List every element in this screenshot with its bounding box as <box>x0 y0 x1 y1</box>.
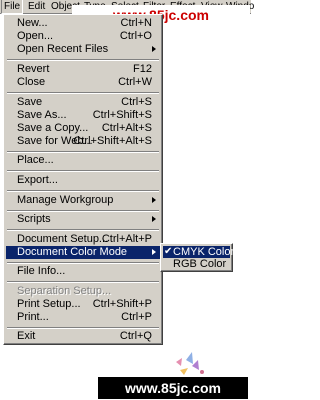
menu-item-label: Exit <box>17 330 36 342</box>
menu-item-shortcut: Ctrl+W <box>118 76 152 88</box>
checkmark-icon: ✔ <box>164 246 173 257</box>
menu-item-save-as[interactable]: Save As... Ctrl+Shift+S <box>6 109 161 122</box>
menu-item-label: Print... <box>17 311 49 323</box>
submenu-arrow-icon <box>152 216 156 222</box>
menu-separator <box>7 170 159 172</box>
menu-item-scripts[interactable]: Scripts <box>6 213 161 226</box>
menu-separator <box>7 190 159 192</box>
menu-item-shortcut: Ctrl+P <box>121 311 152 323</box>
menu-item-label: New... <box>17 17 48 29</box>
menu-item-exit[interactable]: Exit Ctrl+Q <box>6 330 161 343</box>
menu-item-print[interactable]: Print... Ctrl+P <box>6 311 161 324</box>
menu-item-save-a-copy[interactable]: Save a Copy... Ctrl+Alt+S <box>6 122 161 135</box>
menu-item-save-for-web[interactable]: Save for Web... Ctrl+Shift+Alt+S <box>6 135 161 148</box>
menu-item-document-color-mode[interactable]: Document Color Mode <box>6 246 161 259</box>
menu-item-label: Scripts <box>17 213 51 225</box>
watermark-logo-icon <box>176 352 204 375</box>
menu-item-shortcut: Ctrl+Q <box>119 330 152 342</box>
menu-item-new[interactable]: New... Ctrl+N <box>6 17 161 30</box>
menu-item-label: Open Recent Files <box>17 43 109 55</box>
menu-item-label: Place... <box>17 154 54 166</box>
menu-item-separation-setup: Separation Setup... <box>6 285 161 298</box>
menu-item-shortcut: Ctrl+Alt+S <box>101 122 152 134</box>
menu-separator <box>7 229 159 231</box>
menu-item-label: Print Setup... <box>17 298 81 310</box>
watermark-bottom: www.85jc.com <box>98 377 248 399</box>
menu-separator <box>7 281 159 283</box>
submenu-arrow-icon <box>152 249 156 255</box>
menu-item-shortcut: Ctrl+O <box>119 30 152 42</box>
menu-item-close[interactable]: Close Ctrl+W <box>6 76 161 89</box>
menu-item-label: Save As... <box>17 109 67 121</box>
menu-separator <box>7 210 159 212</box>
menu-item-shortcut: Ctrl+Shift+S <box>92 109 152 121</box>
submenu-arrow-icon <box>152 46 156 52</box>
menu-item-manage-workgroup[interactable]: Manage Workgroup <box>6 194 161 207</box>
menu-file[interactable]: File <box>1 0 24 14</box>
menu-item-shortcut: Ctrl+Shift+P <box>92 298 152 310</box>
menu-item-document-setup[interactable]: Document Setup... Ctrl+Alt+P <box>6 233 161 246</box>
submenu-item-label: RGB Color <box>173 258 227 270</box>
submenu-item-label: CMYK Color <box>173 246 235 258</box>
menu-item-shortcut: Ctrl+Shift+Alt+S <box>73 135 152 147</box>
menu-item-open-recent-files[interactable]: Open Recent Files <box>6 43 161 56</box>
menu-item-file-info[interactable]: File Info... <box>6 265 161 278</box>
menu-separator <box>7 92 159 94</box>
menu-item-label: File Info... <box>17 265 66 277</box>
submenu-item-rgb-color[interactable]: RGB Color <box>163 258 230 270</box>
menu-item-shortcut: Ctrl+Alt+P <box>101 233 152 245</box>
menu-edit[interactable]: Edit <box>26 0 47 13</box>
menu-item-print-setup[interactable]: Print Setup... Ctrl+Shift+P <box>6 298 161 311</box>
menu-item-label: Manage Workgroup <box>17 194 114 206</box>
menu-item-shortcut: Ctrl+S <box>121 96 152 108</box>
color-mode-submenu: ✔ CMYK Color RGB Color <box>160 243 234 272</box>
menu-separator <box>7 327 159 329</box>
menu-item-shortcut: Ctrl+N <box>120 17 152 29</box>
menu-item-label: Close <box>17 76 46 88</box>
submenu-item-cmyk-color[interactable]: ✔ CMYK Color <box>163 246 234 258</box>
menu-separator <box>7 59 159 61</box>
file-menu-dropdown: New... Ctrl+N Open... Ctrl+O Open Recent… <box>3 14 163 345</box>
menu-separator <box>7 151 159 153</box>
menu-item-label: Save a Copy... <box>17 122 89 134</box>
menu-item-place[interactable]: Place... <box>6 154 161 167</box>
menu-item-open[interactable]: Open... Ctrl+O <box>6 30 161 43</box>
menu-item-export[interactable]: Export... <box>6 174 161 187</box>
menu-item-save[interactable]: Save Ctrl+S <box>6 96 161 109</box>
menu-item-label: Export... <box>17 174 58 186</box>
menu-item-label: Revert <box>17 63 50 75</box>
menu-item-label: Separation Setup... <box>17 285 112 297</box>
menu-item-label: Open... <box>17 30 54 42</box>
menu-separator <box>7 262 159 264</box>
menu-item-shortcut: F12 <box>133 63 152 75</box>
submenu-arrow-icon <box>152 197 156 203</box>
menu-item-label: Document Setup... <box>17 233 109 245</box>
menu-item-revert[interactable]: Revert F12 <box>6 63 161 76</box>
menu-item-label: Document Color Mode <box>17 246 128 258</box>
menu-item-label: Save <box>17 96 43 108</box>
